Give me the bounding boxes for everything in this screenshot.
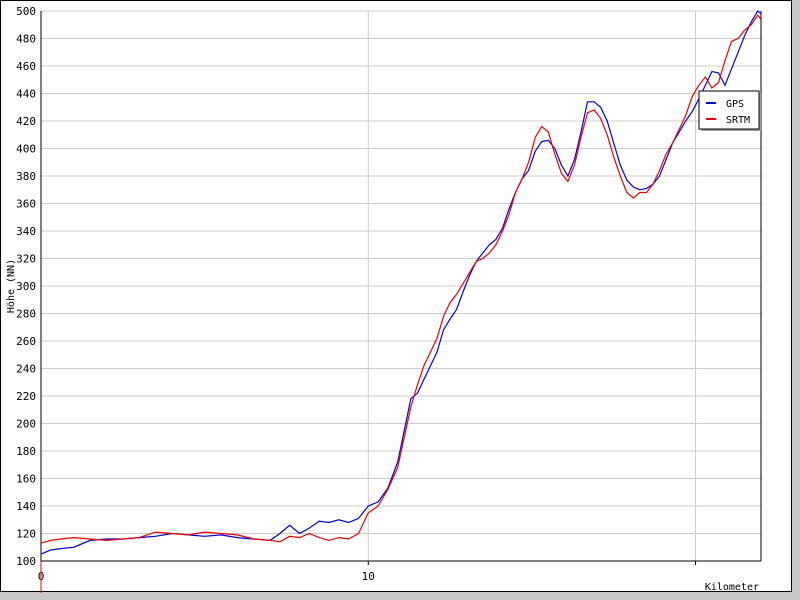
y-tick-label: 460 <box>16 60 36 73</box>
y-tick-label: 140 <box>16 500 36 513</box>
y-axis-label: Höhe (NN) <box>6 259 17 313</box>
y-tick-label: 360 <box>16 198 36 211</box>
y-tick-label: 480 <box>16 33 36 46</box>
y-tick-label: 160 <box>16 473 36 486</box>
y-tick-label: 280 <box>16 308 36 321</box>
y-tick-label: 400 <box>16 143 36 156</box>
y-tick-label: 420 <box>16 115 36 128</box>
x-tick-label: 10 <box>362 570 375 583</box>
axis-labels: Höhe (NN) Kilometer <box>6 259 759 593</box>
y-tick-label: 180 <box>16 445 36 458</box>
y-tick-label: 440 <box>16 88 36 101</box>
y-tick-label: 300 <box>16 280 36 293</box>
legend-entry-srtm: SRTM <box>726 115 750 126</box>
series-line-gps <box>40 10 762 555</box>
y-tick-label: 500 <box>16 5 36 18</box>
series-lines <box>40 10 762 555</box>
y-tick-label: 100 <box>16 555 36 568</box>
y-tick-label: 120 <box>16 528 36 541</box>
grid <box>41 10 761 561</box>
y-tick-label: 220 <box>16 390 36 403</box>
y-tick-label: 200 <box>16 418 36 431</box>
y-tick-label: 260 <box>16 335 36 348</box>
chart-frame: 100 120 140 160 180 200 220 240 260 280 300 320 340 3… <box>0 0 792 593</box>
legend-entry-gps: GPS <box>726 99 744 110</box>
y-tick-label: 380 <box>16 170 36 183</box>
legend: GPS SRTM <box>698 90 761 131</box>
y-tick-label: 240 <box>16 363 36 376</box>
y-tick-label: 320 <box>16 253 36 266</box>
series-line-srtm <box>40 14 762 544</box>
x-axis-label: Kilometer <box>705 582 759 593</box>
elevation-chart: 100 120 140 160 180 200 220 240 260 280 300 320 340 3… <box>6 5 762 593</box>
y-tick-label: 340 <box>16 225 36 238</box>
